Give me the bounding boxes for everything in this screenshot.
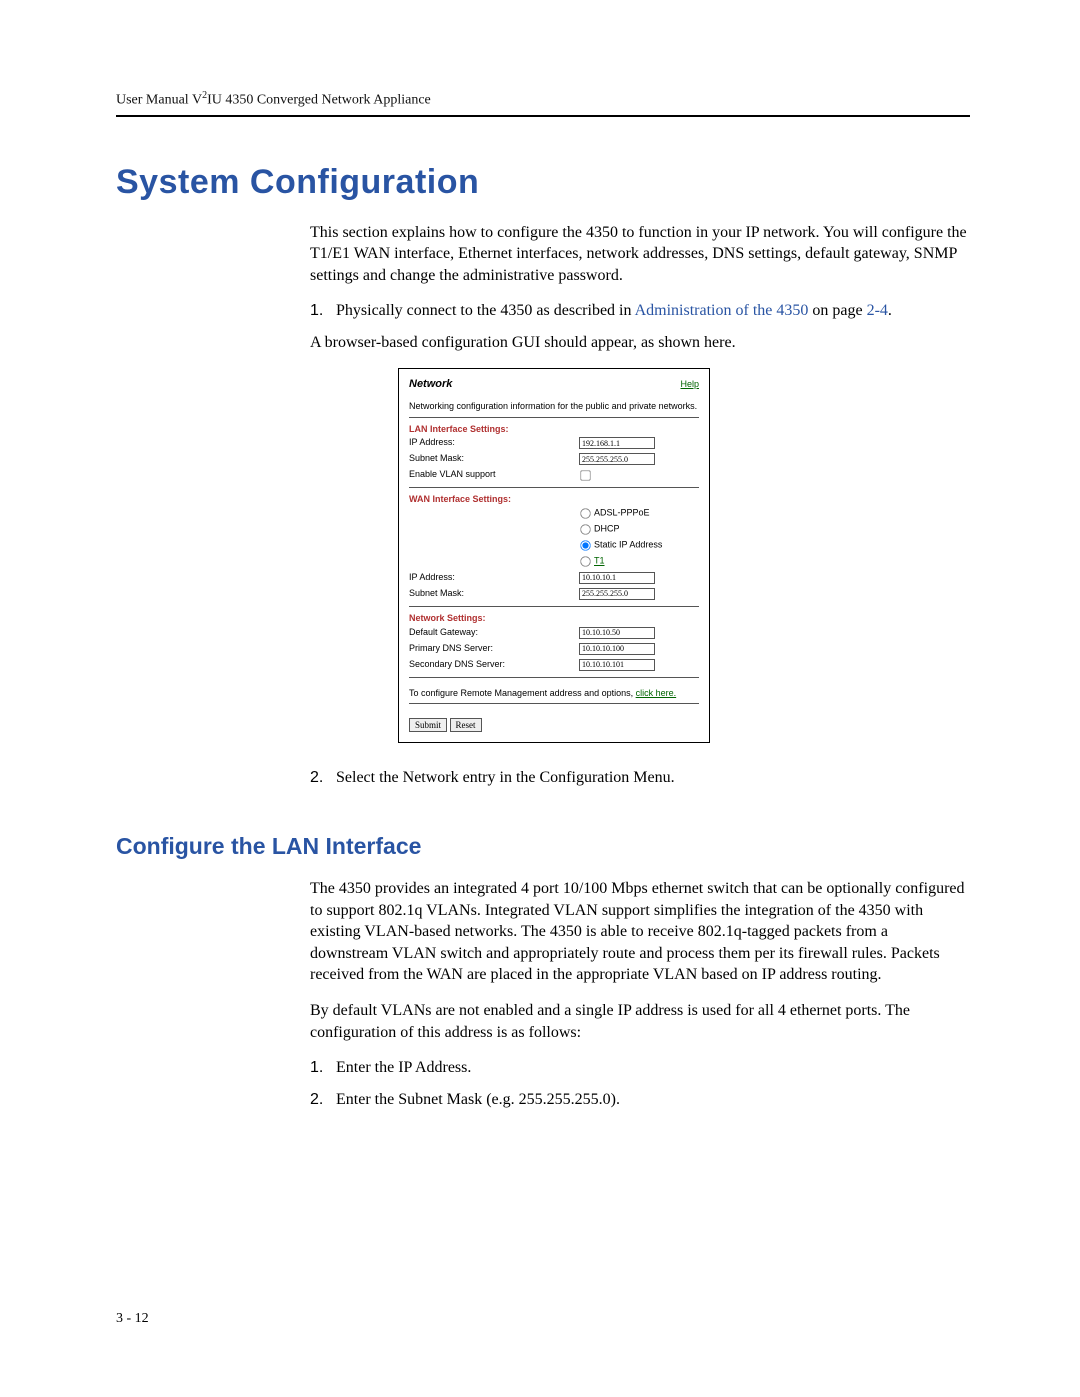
lan-mask-label: Subnet Mask: [409, 453, 579, 465]
gui-divider-1 [409, 417, 699, 418]
gui-divider-3 [409, 606, 699, 607]
wan-t1-row: T1 [409, 554, 699, 570]
header-text-b: IU 4350 Converged Network Appliance [207, 93, 431, 108]
page-number: 3 - 12 [116, 1311, 149, 1327]
reset-button[interactable]: Reset [450, 718, 482, 732]
remote-mgmt-text: To configure Remote Management address a… [409, 688, 699, 700]
lan-paragraph-1: The 4350 provides an integrated 4 port 1… [310, 878, 970, 986]
lan-step-1-number: 1. [310, 1057, 336, 1079]
wan-ip-row: IP Address: [409, 570, 699, 586]
wan-heading: WAN Interface Settings: [409, 494, 699, 506]
body-column: This section explains how to configure t… [310, 222, 970, 789]
step-1-text: Physically connect to the 4350 as descri… [336, 300, 970, 322]
gui-title: Network [409, 377, 452, 391]
subsection-title: Configure the LAN Interface [116, 833, 970, 860]
intro-paragraph: This section explains how to configure t… [310, 222, 970, 287]
running-header: User Manual V2IU 4350 Converged Network … [116, 90, 970, 117]
wan-mask-input[interactable] [579, 588, 655, 600]
lan-ip-row: IP Address: [409, 435, 699, 451]
remote-mgmt-link[interactable]: click here. [636, 688, 677, 698]
wan-dhcp-radio[interactable] [580, 525, 590, 535]
lan-mask-row: Subnet Mask: [409, 451, 699, 467]
net-pdns-input[interactable] [579, 643, 655, 655]
gui-divider-5 [409, 703, 699, 704]
wan-ip-input[interactable] [579, 572, 655, 584]
gui-description: Networking configuration information for… [409, 401, 699, 413]
step-1-post: . [888, 302, 892, 319]
lan-vlan-checkbox[interactable] [580, 470, 590, 480]
net-gw-row: Default Gateway: [409, 625, 699, 641]
network-gui-screenshot: Network Help Networking configuration in… [398, 368, 710, 744]
lan-mask-input[interactable] [579, 453, 655, 465]
step-2: 2. Select the Network entry in the Confi… [310, 767, 970, 789]
wan-static-row: Static IP Address [409, 538, 699, 554]
wan-t1-radio[interactable] [580, 557, 590, 567]
gui-divider-2 [409, 487, 699, 488]
lan-paragraph-2: By default VLANs are not enabled and a s… [310, 1000, 970, 1043]
lan-step-2-number: 2. [310, 1089, 336, 1111]
net-pdns-label: Primary DNS Server: [409, 643, 579, 655]
gui-help-link[interactable]: Help [680, 379, 699, 391]
section-title: System Configuration [116, 163, 970, 202]
net-sdns-input[interactable] [579, 659, 655, 671]
step-1-pre: Physically connect to the 4350 as descri… [336, 302, 635, 319]
submit-button[interactable]: Submit [409, 718, 447, 732]
lan-steps-list: 1. Enter the IP Address. 2. Enter the Su… [310, 1057, 970, 1110]
top-steps-list: 1. Physically connect to the 4350 as des… [310, 300, 970, 322]
remote-mgmt-pre: To configure Remote Management address a… [409, 688, 636, 698]
body-column-2: The 4350 provides an integrated 4 port 1… [310, 878, 970, 1110]
net-pdns-row: Primary DNS Server: [409, 641, 699, 657]
header-text-a: User Manual V [116, 93, 202, 108]
wan-dhcp-label: DHCP [594, 524, 620, 534]
wan-dhcp-row: DHCP [409, 522, 699, 538]
lan-step-1: 1. Enter the IP Address. [310, 1057, 970, 1079]
lan-heading: LAN Interface Settings: [409, 424, 699, 436]
page-ref-link[interactable]: 2-4 [867, 302, 888, 319]
lan-ip-label: IP Address: [409, 437, 579, 449]
net-sdns-label: Secondary DNS Server: [409, 659, 579, 671]
wan-ip-label: IP Address: [409, 572, 579, 584]
net-sdns-row: Secondary DNS Server: [409, 657, 699, 673]
lan-vlan-row: Enable VLAN support [409, 467, 699, 483]
wan-adsl-label: ADSL-PPPoE [594, 508, 650, 518]
gui-divider-4 [409, 677, 699, 678]
top-steps-list-2: 2. Select the Network entry in the Confi… [310, 767, 970, 789]
step-2-text: Select the Network entry in the Configur… [336, 767, 970, 789]
step-1-number: 1. [310, 300, 336, 322]
lan-step-1-text: Enter the IP Address. [336, 1057, 970, 1079]
step-1: 1. Physically connect to the 4350 as des… [310, 300, 970, 322]
admin-link[interactable]: Administration of the 4350 [635, 302, 809, 319]
step-2-number: 2. [310, 767, 336, 789]
step-1-followup: A browser-based configuration GUI should… [310, 332, 970, 354]
gui-button-row: Submit Reset [409, 718, 699, 732]
step-1-mid: on page [808, 302, 866, 319]
net-gw-label: Default Gateway: [409, 627, 579, 639]
wan-adsl-row: ADSL-PPPoE [409, 506, 699, 522]
lan-step-2-text: Enter the Subnet Mask (e.g. 255.255.255.… [336, 1089, 970, 1111]
wan-static-radio[interactable] [580, 541, 590, 551]
wan-t1-label[interactable]: T1 [594, 556, 605, 566]
wan-mask-label: Subnet Mask: [409, 588, 579, 600]
manual-page: User Manual V2IU 4350 Converged Network … [0, 0, 1080, 1397]
lan-vlan-label: Enable VLAN support [409, 469, 579, 481]
wan-adsl-radio[interactable] [580, 509, 590, 519]
lan-step-2: 2. Enter the Subnet Mask (e.g. 255.255.2… [310, 1089, 970, 1111]
net-gw-input[interactable] [579, 627, 655, 639]
wan-mask-row: Subnet Mask: [409, 586, 699, 602]
wan-static-label: Static IP Address [594, 540, 662, 550]
lan-ip-input[interactable] [579, 437, 655, 449]
net-heading: Network Settings: [409, 613, 699, 625]
